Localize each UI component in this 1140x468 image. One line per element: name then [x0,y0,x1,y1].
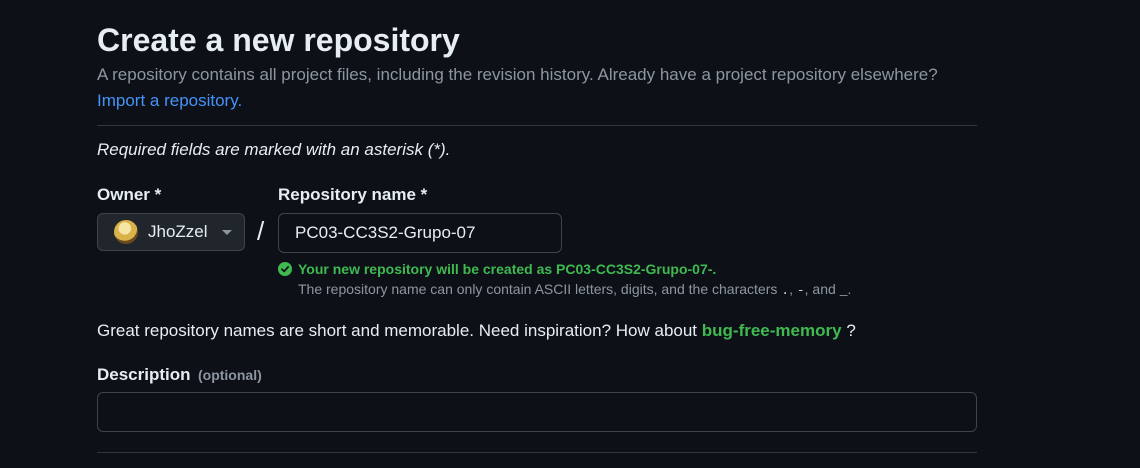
suggestion-suffix: ? [846,321,856,340]
intro-description: A repository contains all project files,… [97,65,938,84]
repository-name-input[interactable] [278,213,562,253]
suggestion-prefix: Great repository names are short and mem… [97,321,698,340]
owner-name: JhoZzel [148,222,208,241]
repository-name-label: Repository name * [278,185,428,204]
naming-hint-prefix: The repository name can only contain ASC… [298,281,778,297]
check-circle-icon [278,262,292,276]
page-title: Create a new repository [97,22,460,58]
divider [97,452,977,453]
naming-hint: The repository name can only contain ASC… [298,281,852,298]
owner-avatar [114,220,138,244]
suggested-name-button[interactable]: bug-free-memory [702,321,842,340]
optional-tag: (optional) [197,367,262,383]
allowed-char-dash: - [796,283,805,298]
naming-hint-and: , and [804,281,836,297]
naming-hint-suffix: . [847,281,852,297]
description-label-group: Description (optional) [97,364,262,387]
availability-text: Your new repository will be created as P… [298,261,717,277]
intro-text: A repository contains all project files,… [97,62,977,114]
availability-message: Your new repository will be created as P… [278,259,716,279]
name-suggestion: Great repository names are short and mem… [97,319,856,343]
owner-label: Owner * [97,185,162,204]
required-note: Required fields are marked with an aster… [97,140,451,159]
owner-dropdown[interactable]: JhoZzel [97,213,245,251]
allowed-char-dot: . [781,283,790,298]
owner-repo-separator: / [257,216,265,246]
allowed-char-underscore: _ [839,283,848,298]
description-input[interactable] [97,392,977,432]
chevron-down-icon [221,229,232,235]
import-repository-link[interactable]: Import a repository. [97,91,242,110]
divider [97,125,977,126]
description-label: Description [97,365,191,384]
